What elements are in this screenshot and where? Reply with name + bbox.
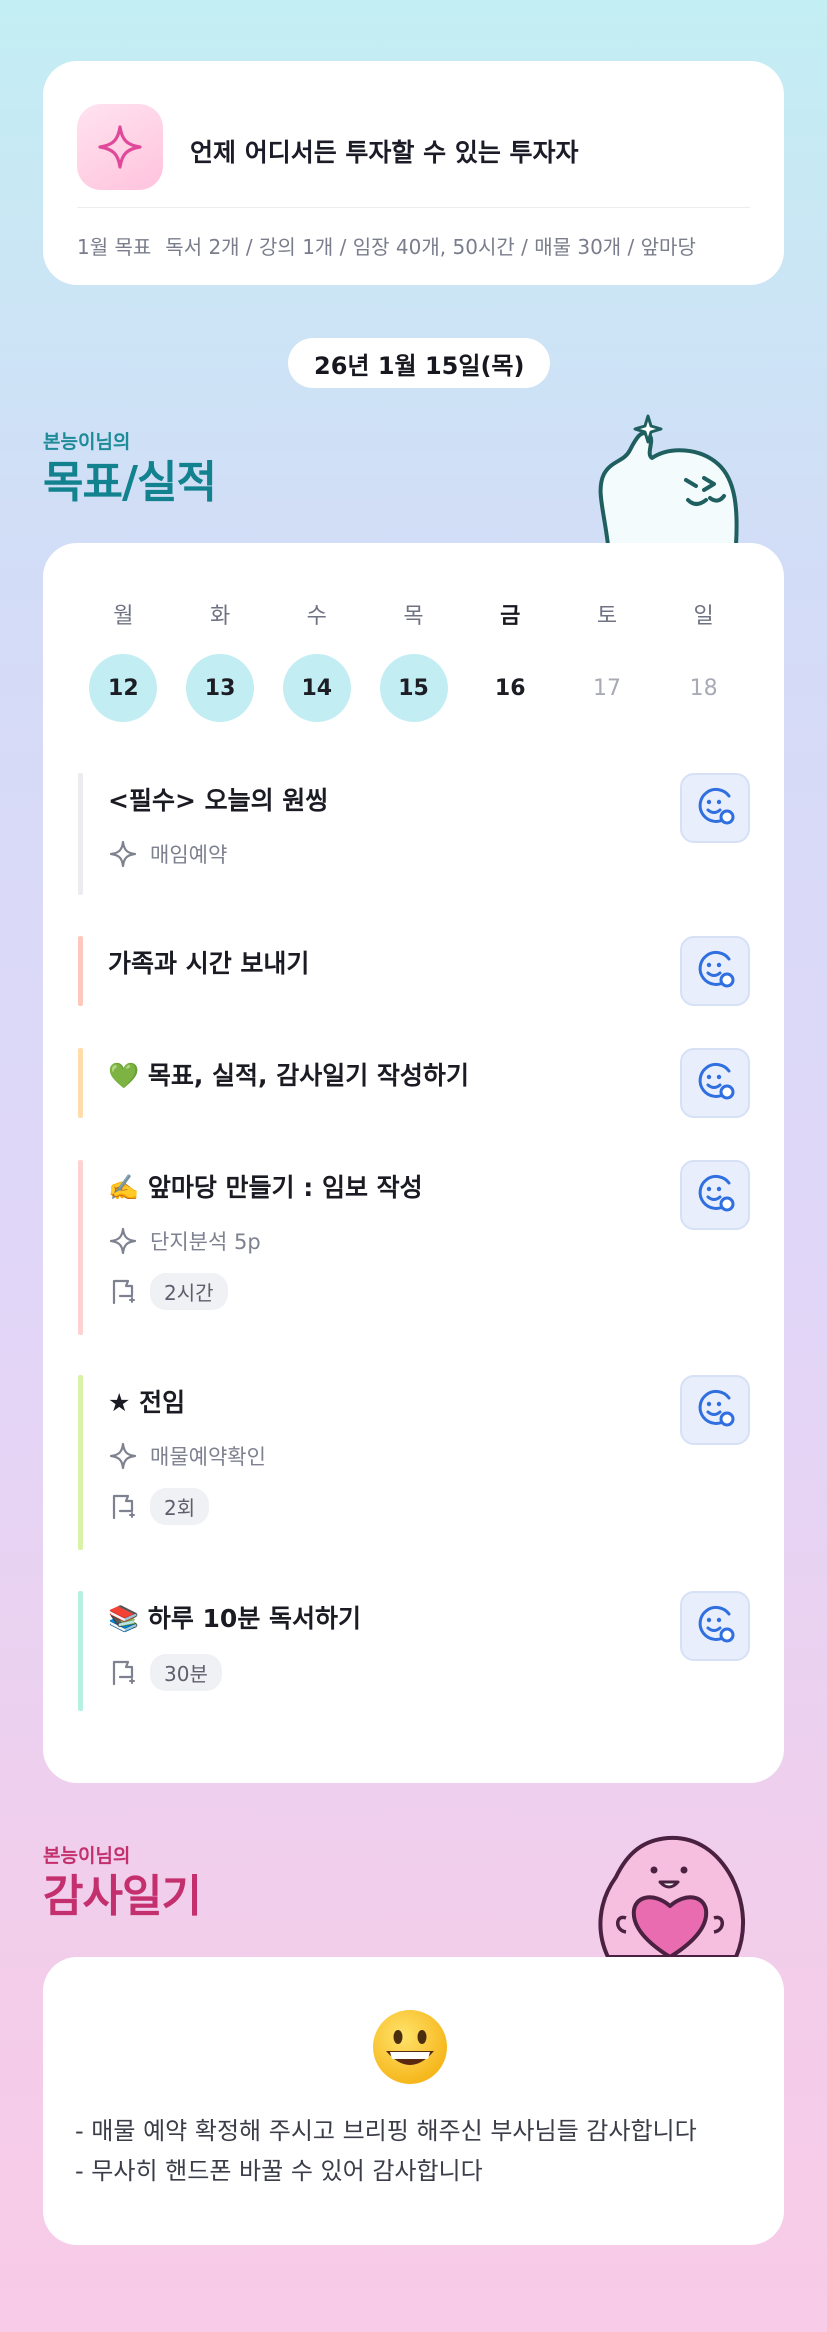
task-title: 가족과 시간 보내기 (108, 949, 310, 978)
task-item: ★ 전임 매물예약확인 2회 (78, 1375, 750, 1550)
smile-add-icon (693, 1602, 737, 1650)
task-note: 매임예약 (108, 838, 750, 870)
goal-label: 1월 목표 (77, 235, 152, 259)
flag-icon (108, 1276, 138, 1306)
goal-text: 독서 2개 / 강의 1개 / 임장 40개, 50시간 / 매물 30개 / … (165, 235, 696, 259)
task-title: 💚 목표, 실적, 감사일기 작성하기 (108, 1061, 469, 1090)
week-strip: 월 12 화 13 수 14 목 15 금 16 토 17 일 18 (75, 598, 752, 722)
sparkle-outline-icon (108, 1441, 138, 1471)
goal-header-card: 언제 어디서든 투자할 수 있는 투자자 1월 목표 독서 2개 / 강의 1개 … (43, 61, 784, 285)
task-duration: 2시간 (108, 1272, 750, 1310)
goals-title: 목표/실적 (43, 457, 217, 508)
day-label: 일 (693, 604, 714, 629)
day-thu[interactable]: 목 15 (365, 598, 462, 722)
duration-chip: 2시간 (150, 1272, 228, 1310)
task-check-button[interactable] (680, 1375, 750, 1445)
day-wed[interactable]: 수 14 (268, 598, 365, 722)
task-color-bar (78, 1160, 83, 1335)
mascot-heart-icon (598, 1835, 745, 1957)
task-note-text: 매물예약확인 (150, 1445, 266, 1469)
task-duration: 2회 (108, 1487, 750, 1525)
thanks-line: - 무사히 핸드폰 바꿀 수 있어 감사합니다 (75, 2157, 483, 2185)
day-label: 화 (209, 604, 231, 629)
thanks-title: 감사일기 (43, 1871, 202, 1922)
sparkle-outline-icon (108, 839, 138, 869)
task-note: 단지분석 5p (108, 1225, 750, 1257)
task-check-button[interactable] (680, 936, 750, 1006)
thanks-line: - 매물 예약 확정해 주시고 브리핑 해주신 부사님들 감사합니다 (75, 2117, 697, 2145)
task-item: 💚 목표, 실적, 감사일기 작성하기 (78, 1048, 750, 1118)
task-item: 📚 하루 10분 독서하기 30분 (78, 1591, 750, 1711)
task-check-button[interactable] (680, 773, 750, 843)
divider (77, 207, 750, 208)
task-check-button[interactable] (680, 1591, 750, 1661)
day-tue[interactable]: 화 13 (172, 598, 269, 722)
day-sat[interactable]: 토 17 (559, 598, 656, 722)
task-check-button[interactable] (680, 1048, 750, 1118)
day-label: 금 (500, 604, 521, 629)
monthly-goal: 1월 목표 독서 2개 / 강의 1개 / 임장 40개, 50시간 / 매물 3… (77, 231, 696, 260)
duration-chip: 2회 (150, 1487, 210, 1525)
task-title: <필수> 오늘의 원씽 (108, 786, 329, 815)
day-sun[interactable]: 일 18 (655, 598, 752, 722)
task-item: 가족과 시간 보내기 (78, 936, 750, 1006)
day-number[interactable]: 13 (186, 654, 255, 722)
task-color-bar (78, 1591, 83, 1711)
day-fri[interactable]: 금 16 (462, 598, 559, 722)
smile-add-icon (693, 1171, 737, 1219)
task-note: 매물예약확인 (108, 1440, 750, 1472)
sparkle-outline-icon (108, 1226, 138, 1256)
task-title: 📚 하루 10분 독서하기 (108, 1604, 362, 1633)
task-title: ✍️ 앞마당 만들기 : 임보 작성 (108, 1173, 423, 1202)
smile-add-icon (693, 1059, 737, 1107)
smile-add-icon (693, 1386, 737, 1434)
day-number[interactable]: 18 (670, 654, 738, 722)
sparkle-logo-icon (77, 104, 163, 190)
task-note-text: 단지분석 5p (150, 1230, 261, 1254)
duration-chip: 30분 (150, 1653, 222, 1691)
day-label: 월 (113, 604, 134, 629)
task-item: ✍️ 앞마당 만들기 : 임보 작성 단지분석 5p 2시간 (78, 1160, 750, 1335)
day-label: 토 (596, 604, 618, 629)
day-mon[interactable]: 월 12 (75, 598, 172, 722)
day-number[interactable]: 14 (282, 654, 351, 722)
mascot-ghost-icon (598, 414, 739, 545)
task-duration: 30분 (108, 1653, 750, 1691)
task-color-bar (78, 1375, 83, 1550)
task-title: ★ 전임 (108, 1388, 186, 1417)
smile-add-icon (693, 947, 737, 995)
header-title: 언제 어디서든 투자할 수 있는 투자자 (190, 138, 579, 167)
thanks-list: - 매물 예약 확정해 주시고 브리핑 해주신 부사님들 감사합니다 - 무사히… (75, 2111, 697, 2191)
day-label: 목 (403, 604, 424, 629)
task-color-bar (78, 936, 83, 1006)
day-number[interactable]: 17 (573, 654, 641, 722)
day-number[interactable]: 12 (89, 654, 158, 722)
grinning-face-icon (370, 2007, 450, 2087)
flag-icon (108, 1657, 138, 1687)
task-note-text: 매임예약 (150, 843, 228, 867)
flag-icon (108, 1491, 138, 1521)
day-number[interactable]: 15 (379, 654, 448, 722)
task-color-bar (78, 773, 83, 895)
date-pill[interactable]: 26년 1월 15일(목) (288, 338, 551, 388)
day-label: 수 (306, 604, 327, 629)
task-check-button[interactable] (680, 1160, 750, 1230)
goals-card: 월 12 화 13 수 14 목 15 금 16 토 17 일 18 <필수> … (43, 543, 784, 1783)
task-item: <필수> 오늘의 원씽 매임예약 (78, 773, 750, 895)
day-number[interactable]: 16 (476, 654, 544, 722)
thanks-card: - 매물 예약 확정해 주시고 브리핑 해주신 부사님들 감사합니다 - 무사히… (43, 1957, 784, 2245)
smile-add-icon (693, 784, 737, 832)
task-color-bar (78, 1048, 83, 1118)
